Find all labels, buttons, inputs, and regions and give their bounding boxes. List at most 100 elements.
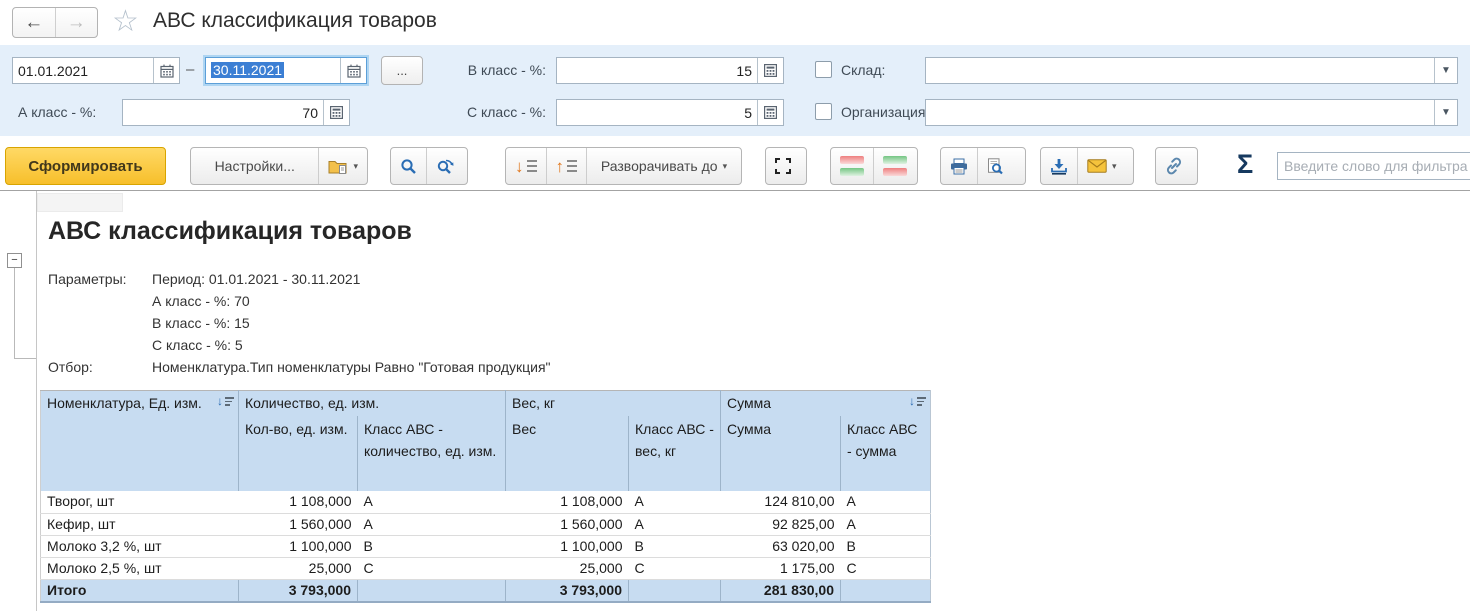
cell-qty-class: B — [358, 535, 506, 557]
settings-button[interactable]: Настройки... — [191, 148, 318, 184]
cell-qty: 1 560,000 — [239, 513, 358, 535]
search-group — [390, 147, 468, 185]
report-toolbar: Сформировать Настройки... ▾ — [0, 143, 1470, 190]
calculator-icon[interactable] — [757, 100, 783, 125]
expand-to-button[interactable]: Разворачивать до ▾ — [586, 148, 741, 184]
fullscreen-group — [765, 147, 807, 185]
warehouse-label: Склад: — [841, 57, 885, 84]
export-group: ▾ — [1040, 147, 1134, 185]
param-period: Период: 01.01.2021 - 30.11.2021 — [152, 271, 360, 287]
cell-qty-class: A — [358, 491, 506, 513]
cell-weight: 1 108,000 — [506, 491, 629, 513]
warehouse-input[interactable] — [926, 58, 1434, 83]
report-title: АВС классификация товаров — [48, 217, 412, 246]
quick-filter-input[interactable] — [1278, 153, 1470, 179]
c-class-input[interactable] — [557, 100, 757, 125]
col-header-weight[interactable]: Вес — [506, 416, 629, 491]
collapse-all-button[interactable]: ↑ — [546, 148, 587, 184]
nav-history-group: ← → — [12, 7, 98, 38]
period-more-button[interactable]: ... — [381, 56, 423, 85]
total-weight: 3 793,000 — [506, 579, 629, 602]
col-header-qty[interactable]: Кол-во, ед. изм. — [239, 416, 358, 491]
green-red-bars-icon — [883, 156, 907, 176]
get-link-button[interactable] — [1156, 148, 1192, 184]
organization-combo[interactable]: ▼ — [925, 99, 1458, 126]
search-button[interactable] — [391, 148, 426, 184]
bars-green-red-button[interactable] — [873, 148, 916, 184]
organization-checkbox[interactable] — [815, 103, 832, 120]
col-header-qty-class[interactable]: Класс АВС - количество, ед. изм. — [358, 416, 506, 491]
search-next-button[interactable] — [426, 148, 464, 184]
b-class-field[interactable] — [556, 57, 784, 84]
search-icon — [400, 158, 417, 175]
sort-descending-icon[interactable]: ↓ — [909, 395, 926, 407]
report-variants-button[interactable]: ▾ — [318, 148, 367, 184]
warehouse-combo[interactable]: ▼ — [925, 57, 1458, 84]
table-total-row: Итого 3 793,000 3 793,000 281 830,00 — [41, 579, 931, 602]
cell-sum-class: A — [841, 491, 931, 513]
sort-descending-icon[interactable]: ↓ — [217, 395, 234, 407]
cell-weight-class: A — [629, 491, 721, 513]
col-header-sum-class[interactable]: Класс АВС - сумма — [841, 416, 931, 491]
fullscreen-button[interactable] — [766, 148, 800, 184]
fullscreen-icon — [775, 158, 791, 174]
back-button[interactable]: ← — [13, 8, 56, 37]
b-class-input[interactable] — [557, 58, 757, 83]
favorite-star-icon[interactable]: ☆ — [112, 4, 139, 39]
c-class-field[interactable] — [556, 99, 784, 126]
abc-table: Номенклатура, Ед. изм. ↓ Количество, ед.… — [40, 390, 931, 603]
send-email-button[interactable]: ▾ — [1077, 148, 1126, 184]
group-collapse-button[interactable]: − — [7, 253, 22, 268]
quick-filter-field[interactable] — [1277, 152, 1470, 180]
param-b-class: В класс - %: 15 — [152, 315, 250, 331]
cell-qty-class: A — [358, 513, 506, 535]
save-button[interactable] — [1041, 148, 1077, 184]
generate-button[interactable]: Сформировать — [5, 147, 166, 185]
group-header-sum[interactable]: Сумма ↓ — [721, 391, 931, 417]
chevron-down-icon[interactable]: ▼ — [1434, 100, 1457, 125]
total-qty-class — [358, 579, 506, 602]
col-header-weight-class[interactable]: Класс АВС - вес, кг — [629, 416, 721, 491]
organization-input[interactable] — [926, 100, 1434, 125]
forward-arrow-icon: → — [67, 12, 86, 34]
b-class-label: В класс - %: — [448, 57, 546, 84]
chevron-down-icon[interactable]: ▼ — [1434, 58, 1457, 83]
date-from-input[interactable] — [13, 58, 153, 83]
caret-down-icon: ▾ — [1112, 161, 1117, 172]
a-class-field[interactable] — [122, 99, 350, 126]
calendar-icon[interactable] — [153, 58, 179, 83]
table-row: Творог, шт 1 108,000 A 1 108,000 A 124 8… — [41, 491, 931, 513]
warehouse-checkbox[interactable] — [815, 61, 832, 78]
cell-weight: 1 560,000 — [506, 513, 629, 535]
cell-weight-class: A — [629, 513, 721, 535]
calendar-icon[interactable] — [340, 58, 366, 83]
cell-name: Кефир, шт — [41, 513, 239, 535]
group-header-weight[interactable]: Вес, кг — [506, 391, 721, 417]
forward-button[interactable]: → — [56, 8, 98, 37]
title-bar: ← → ☆ АВС классификация товаров — [0, 0, 1470, 45]
calculator-icon[interactable] — [323, 100, 349, 125]
col-header-sum[interactable]: Сумма — [721, 416, 841, 491]
cell-sum: 1 175,00 — [721, 557, 841, 579]
app-window: ← → ☆ АВС классификация товаров – — [0, 0, 1470, 611]
date-from-field[interactable] — [12, 57, 180, 84]
back-arrow-icon: ← — [24, 12, 43, 34]
col-header-nomenclature[interactable]: Номенклатура, Ед. изм. ↓ — [41, 391, 239, 492]
group-header-quantity[interactable]: Количество, ед. изм. — [239, 391, 506, 417]
expand-all-icon: ↓ — [515, 158, 524, 175]
bars-red-green-button[interactable] — [831, 148, 873, 184]
a-class-input[interactable] — [123, 100, 323, 125]
print-button[interactable] — [941, 148, 977, 184]
calculator-icon[interactable] — [757, 58, 783, 83]
print-preview-button[interactable] — [977, 148, 1012, 184]
date-to-selected-text[interactable]: 30.11.2021 — [211, 62, 284, 78]
group-bracket-foot — [14, 358, 36, 359]
sum-sigma-button[interactable]: Σ — [1237, 149, 1253, 180]
link-icon — [1165, 157, 1183, 175]
cell-sum-class: C — [841, 557, 931, 579]
total-label: Итого — [41, 579, 239, 602]
cell-qty-class: C — [358, 557, 506, 579]
expand-all-button[interactable]: ↓ — [506, 148, 546, 184]
cell-name: Молоко 3,2 %, шт — [41, 535, 239, 557]
date-to-field[interactable]: 30.11.2021 — [205, 57, 367, 84]
